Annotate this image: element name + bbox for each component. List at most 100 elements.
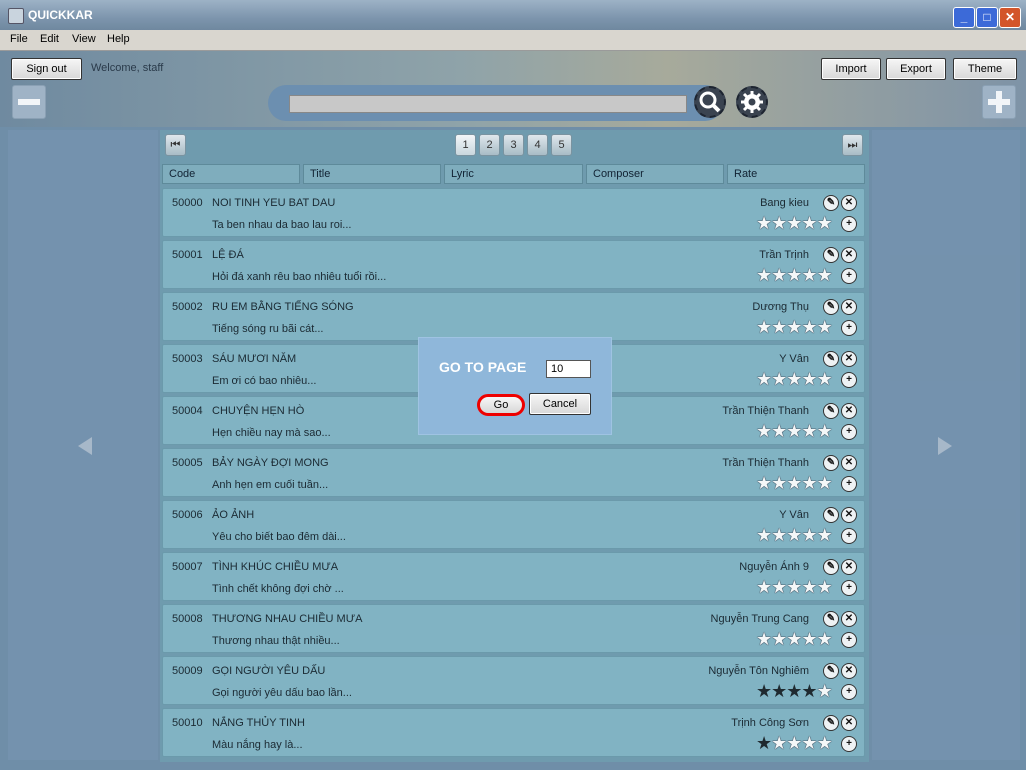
- add-icon[interactable]: +: [841, 632, 857, 648]
- star-icon[interactable]: ★: [801, 473, 817, 494]
- star-icon[interactable]: ★: [771, 733, 787, 754]
- delete-icon[interactable]: ✕: [841, 663, 857, 679]
- page-button-5[interactable]: 5: [551, 134, 572, 156]
- wrench-icon[interactable]: ✎: [823, 663, 839, 679]
- delete-icon[interactable]: ✕: [841, 455, 857, 471]
- first-page-button[interactable]: ⏮: [165, 134, 186, 156]
- delete-icon[interactable]: ✕: [841, 299, 857, 315]
- star-icon[interactable]: ★: [756, 577, 772, 598]
- table-row[interactable]: 50005 BẢY NGÀY ĐỢI MONG Anh hẹn em cuối tu…: [162, 448, 865, 497]
- search-input[interactable]: [289, 95, 687, 113]
- star-icon[interactable]: ★: [801, 629, 817, 650]
- page-button-4[interactable]: 4: [527, 134, 548, 156]
- star-icon[interactable]: ★: [771, 577, 787, 598]
- star-icon[interactable]: ★: [786, 733, 802, 754]
- minimize-button[interactable]: _: [953, 7, 975, 28]
- go-button[interactable]: Go: [477, 394, 525, 416]
- rating-stars[interactable]: ★★★★★: [756, 733, 833, 754]
- star-icon[interactable]: ★: [801, 369, 817, 390]
- wrench-icon[interactable]: ✎: [823, 403, 839, 419]
- menu-view[interactable]: View: [72, 33, 96, 45]
- add-icon[interactable]: +: [841, 580, 857, 596]
- theme-button[interactable]: Theme: [953, 58, 1017, 80]
- remove-button[interactable]: [12, 85, 46, 119]
- delete-icon[interactable]: ✕: [841, 195, 857, 211]
- add-song-button[interactable]: [982, 85, 1016, 119]
- rating-stars[interactable]: ★★★★★: [756, 473, 833, 494]
- star-icon[interactable]: ★: [786, 213, 802, 234]
- star-icon[interactable]: ★: [801, 525, 817, 546]
- export-button[interactable]: Export: [886, 58, 946, 80]
- cancel-button[interactable]: Cancel: [529, 393, 591, 415]
- wrench-icon[interactable]: ✎: [823, 559, 839, 575]
- star-icon[interactable]: ★: [771, 265, 787, 286]
- menu-edit[interactable]: Edit: [40, 33, 59, 45]
- add-icon[interactable]: +: [841, 684, 857, 700]
- wrench-icon[interactable]: ✎: [823, 299, 839, 315]
- delete-icon[interactable]: ✕: [841, 403, 857, 419]
- column-header-code[interactable]: Code: [162, 164, 300, 184]
- star-icon[interactable]: ★: [756, 525, 772, 546]
- star-icon[interactable]: ★: [786, 681, 802, 702]
- import-button[interactable]: Import: [821, 58, 881, 80]
- star-icon[interactable]: ★: [817, 369, 833, 390]
- delete-icon[interactable]: ✕: [841, 351, 857, 367]
- star-icon[interactable]: ★: [817, 473, 833, 494]
- table-row[interactable]: 50001 LỆ ĐÁ Hỏi đá xanh rêu bao nhiêu tuổi…: [162, 240, 865, 289]
- star-icon[interactable]: ★: [771, 317, 787, 338]
- star-icon[interactable]: ★: [801, 681, 817, 702]
- wrench-icon[interactable]: ✎: [823, 351, 839, 367]
- table-row[interactable]: 50002 RU EM BẰNG TIẾNG SÓNG Tiếng sóng ru …: [162, 292, 865, 341]
- close-button[interactable]: ✕: [999, 7, 1021, 28]
- star-icon[interactable]: ★: [771, 369, 787, 390]
- delete-icon[interactable]: ✕: [841, 715, 857, 731]
- star-icon[interactable]: ★: [801, 213, 817, 234]
- table-row[interactable]: 50010 NẮNG THỦY TINH Màu nắng hay là... Trị…: [162, 708, 865, 757]
- star-icon[interactable]: ★: [817, 421, 833, 442]
- column-header-rate[interactable]: Rate: [727, 164, 865, 184]
- star-icon[interactable]: ★: [786, 525, 802, 546]
- rating-stars[interactable]: ★★★★★: [756, 577, 833, 598]
- rating-stars[interactable]: ★★★★★: [756, 369, 833, 390]
- star-icon[interactable]: ★: [786, 577, 802, 598]
- star-icon[interactable]: ★: [756, 317, 772, 338]
- rating-stars[interactable]: ★★★★★: [756, 317, 833, 338]
- star-icon[interactable]: ★: [801, 317, 817, 338]
- next-arrow-icon[interactable]: [938, 437, 952, 455]
- add-icon[interactable]: +: [841, 476, 857, 492]
- star-icon[interactable]: ★: [771, 473, 787, 494]
- star-icon[interactable]: ★: [801, 577, 817, 598]
- add-icon[interactable]: +: [841, 736, 857, 752]
- page-button-3[interactable]: 3: [503, 134, 524, 156]
- add-icon[interactable]: +: [841, 216, 857, 232]
- star-icon[interactable]: ★: [801, 733, 817, 754]
- delete-icon[interactable]: ✕: [841, 611, 857, 627]
- delete-icon[interactable]: ✕: [841, 507, 857, 523]
- star-icon[interactable]: ★: [756, 629, 772, 650]
- table-row[interactable]: 50008 THƯƠNG NHAU CHIỀU MƯA Thương nhau th…: [162, 604, 865, 653]
- star-icon[interactable]: ★: [756, 213, 772, 234]
- star-icon[interactable]: ★: [817, 681, 833, 702]
- page-button-2[interactable]: 2: [479, 134, 500, 156]
- star-icon[interactable]: ★: [817, 265, 833, 286]
- star-icon[interactable]: ★: [756, 733, 772, 754]
- star-icon[interactable]: ★: [756, 421, 772, 442]
- star-icon[interactable]: ★: [756, 681, 772, 702]
- star-icon[interactable]: ★: [786, 317, 802, 338]
- wrench-icon[interactable]: ✎: [823, 247, 839, 263]
- maximize-button[interactable]: □: [976, 7, 998, 28]
- add-icon[interactable]: +: [841, 320, 857, 336]
- star-icon[interactable]: ★: [817, 525, 833, 546]
- star-icon[interactable]: ★: [756, 369, 772, 390]
- star-icon[interactable]: ★: [817, 213, 833, 234]
- star-icon[interactable]: ★: [771, 629, 787, 650]
- search-button[interactable]: [694, 86, 726, 118]
- add-icon[interactable]: +: [841, 268, 857, 284]
- star-icon[interactable]: ★: [817, 733, 833, 754]
- star-icon[interactable]: ★: [756, 265, 772, 286]
- table-row[interactable]: 50007 TÌNH KHÚC CHIỀU MƯA Tình chết không …: [162, 552, 865, 601]
- previous-arrow-icon[interactable]: [78, 437, 92, 455]
- star-icon[interactable]: ★: [801, 421, 817, 442]
- star-icon[interactable]: ★: [786, 473, 802, 494]
- rating-stars[interactable]: ★★★★★: [756, 213, 833, 234]
